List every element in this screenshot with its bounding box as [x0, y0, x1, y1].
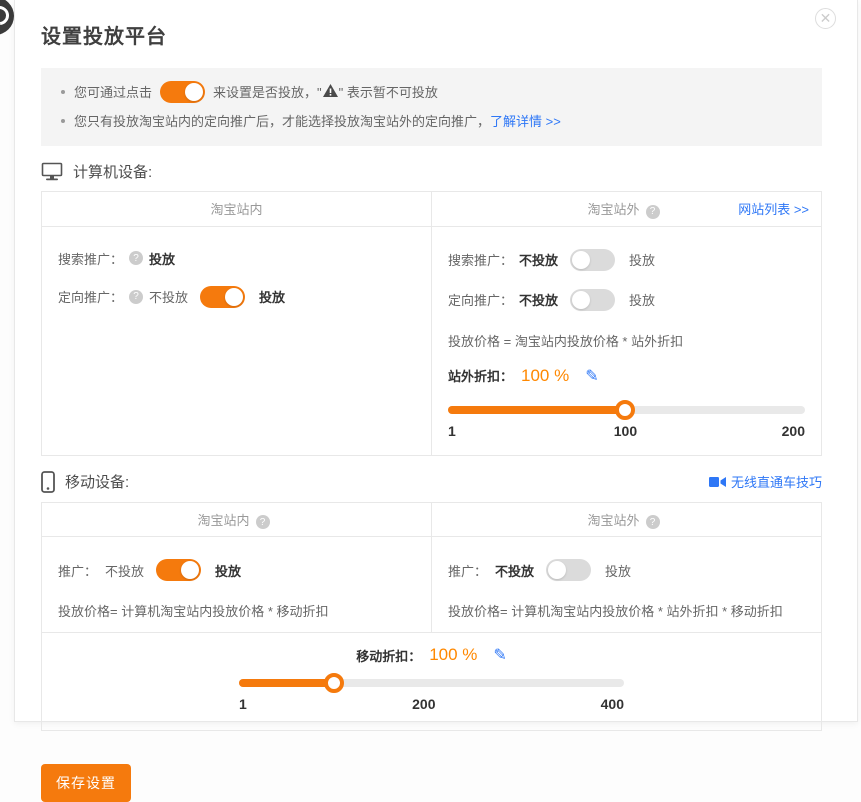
- toggle-knob: [548, 561, 566, 579]
- discount-value: 100 %: [521, 366, 569, 386]
- help-icon[interactable]: ?: [129, 290, 143, 304]
- mobile-outside-cell: 推广： 不投放 投放 投放价格= 计算机淘宝站内投放价格 * 站外折扣 * 移动…: [431, 537, 821, 632]
- slider-marks: 1 200 400: [239, 696, 624, 716]
- example-toggle[interactable]: [160, 81, 205, 103]
- promo-row: 推广： 不投放 投放: [448, 559, 805, 581]
- toggle-knob: [181, 561, 199, 579]
- toggle-knob: [225, 288, 243, 306]
- computer-table: 淘宝站内 淘宝站外? 网站列表 >> 搜索推广： ? 投放 定向推广： ? 不投…: [41, 191, 822, 456]
- state-on-label: 投放: [259, 287, 285, 306]
- header-taobao-inside: 淘宝站内: [42, 192, 431, 226]
- bullet-dot: [61, 90, 65, 94]
- state-on-label: 投放: [215, 561, 241, 580]
- computer-table-header: 淘宝站内 淘宝站外? 网站列表 >>: [42, 192, 821, 227]
- header-taobao-outside: 淘宝站外? 网站列表 >>: [431, 192, 821, 226]
- search-promo-row: 搜索推广： ? 投放: [58, 249, 415, 268]
- help-icon[interactable]: ?: [129, 251, 143, 265]
- notice-box: 您可通过点击 来设置是否投放，" " 表示暂不可投放 您只有投放淘宝站内的定向推…: [41, 68, 822, 146]
- outside-discount: 站外折扣： 100 % ✎: [448, 366, 805, 386]
- state-on-label: 投放: [629, 290, 655, 309]
- mobile-table: 淘宝站内? 淘宝站外? 推广： 不投放 投放 投放价格= 计算机淘宝站内投放价格…: [41, 502, 822, 732]
- state-off-label: 不投放: [105, 561, 144, 580]
- slider-track[interactable]: [239, 679, 624, 687]
- target-promo-row: 定向推广： 不投放 投放: [448, 289, 805, 311]
- state-off-label: 不投放: [495, 561, 534, 580]
- save-button[interactable]: 保存设置: [41, 764, 131, 802]
- slider-track[interactable]: [448, 406, 805, 414]
- slider-fill: [239, 679, 334, 687]
- edit-icon[interactable]: ✎: [493, 645, 506, 665]
- mobile-section-title: 移动设备:: [65, 471, 129, 492]
- outside-discount-slider: 1 100 200: [448, 406, 805, 443]
- help-icon[interactable]: ?: [256, 515, 270, 529]
- computer-inside-cell: 搜索推广： ? 投放 定向推广： ? 不投放 投放: [42, 227, 431, 455]
- state-off-label: 不投放: [519, 250, 558, 269]
- wireless-tips-link[interactable]: 无线直通车技巧: [709, 472, 822, 491]
- outside-price-formula: 投放价格 = 淘宝站内投放价格 * 站外折扣: [448, 331, 805, 350]
- mobile-outside-formula: 投放价格= 计算机淘宝站内投放价格 * 站外折扣 * 移动折扣: [448, 601, 805, 620]
- set-platform-dialog: ✕ 设置投放平台 您可通过点击 来设置是否投放，" " 表示暂不可投放 您只有投…: [14, 0, 858, 722]
- header-taobao-outside: 淘宝站外?: [431, 503, 821, 537]
- close-icon[interactable]: ✕: [815, 8, 836, 29]
- state-off-label: 不投放: [149, 287, 188, 306]
- notice-line-2: 您只有投放淘宝站内的定向推广后，才能选择投放淘宝站外的定向推广， 了解详情 >>: [57, 106, 806, 135]
- search-promo-row: 搜索推广： 不投放 投放: [448, 249, 805, 271]
- floating-badge[interactable]: [0, 0, 14, 35]
- video-icon: [709, 476, 726, 488]
- notice-text: 您只有投放淘宝站内的定向推广后，才能选择投放淘宝站外的定向推广，: [74, 111, 490, 130]
- notice-text: 您可通过点击: [74, 82, 152, 101]
- mobile-inside-formula: 投放价格= 计算机淘宝站内投放价格 * 移动折扣: [58, 601, 415, 620]
- computer-icon: [41, 162, 63, 181]
- state-on-label: 投放: [605, 561, 631, 580]
- toggle-knob: [572, 251, 590, 269]
- site-list-link[interactable]: 网站列表 >>: [738, 199, 809, 218]
- edit-icon[interactable]: ✎: [585, 366, 598, 386]
- notice-line-1: 您可通过点击 来设置是否投放，" " 表示暂不可投放: [57, 77, 806, 106]
- page-title: 设置投放平台: [41, 20, 822, 49]
- promo-row: 推广： 不投放 投放: [58, 559, 415, 581]
- slider-marks: 1 100 200: [448, 423, 805, 443]
- computer-section-title: 计算机设备:: [73, 161, 152, 182]
- target-promo-row: 定向推广： ? 不投放 投放: [58, 286, 415, 308]
- slider-handle[interactable]: [615, 400, 635, 420]
- state-off-label: 不投放: [519, 290, 558, 309]
- mobile-outside-toggle[interactable]: [546, 559, 591, 581]
- help-icon[interactable]: ?: [646, 515, 660, 529]
- mobile-inside-cell: 推广： 不投放 投放 投放价格= 计算机淘宝站内投放价格 * 移动折扣: [42, 537, 431, 632]
- mobile-discount-row: 移动折扣： 100 % ✎ 1 200 400: [42, 632, 821, 730]
- target-inside-toggle[interactable]: [200, 286, 245, 308]
- search-outside-toggle[interactable]: [570, 249, 615, 271]
- mobile-icon: [41, 471, 55, 493]
- header-taobao-inside: 淘宝站内?: [42, 503, 431, 537]
- mobile-section-header: 移动设备: 无线直通车技巧: [41, 471, 822, 493]
- mobile-discount-slider: 1 200 400: [239, 679, 624, 716]
- state-on-label: 投放: [629, 250, 655, 269]
- mobile-discount: 移动折扣： 100 % ✎: [42, 645, 821, 665]
- computer-outside-cell: 搜索推广： 不投放 投放 定向推广： 不投放 投放 投放价格 = 淘宝站内投放价…: [431, 227, 821, 455]
- search-state: 投放: [149, 249, 175, 268]
- slider-handle[interactable]: [324, 673, 344, 693]
- help-icon[interactable]: ?: [646, 205, 660, 219]
- warning-icon: [323, 84, 338, 100]
- toggle-knob: [572, 291, 590, 309]
- slider-fill: [448, 406, 625, 414]
- target-outside-toggle[interactable]: [570, 289, 615, 311]
- discount-value: 100 %: [429, 645, 477, 665]
- notice-text: 来设置是否投放，": [213, 82, 322, 101]
- mobile-inside-toggle[interactable]: [156, 559, 201, 581]
- notice-text: " 表示暂不可投放: [339, 82, 438, 101]
- toggle-knob: [185, 83, 203, 101]
- computer-section-header: 计算机设备:: [41, 161, 822, 182]
- bullet-dot: [61, 119, 65, 123]
- mobile-table-header: 淘宝站内? 淘宝站外?: [42, 503, 821, 538]
- learn-more-link[interactable]: 了解详情 >>: [490, 111, 561, 130]
